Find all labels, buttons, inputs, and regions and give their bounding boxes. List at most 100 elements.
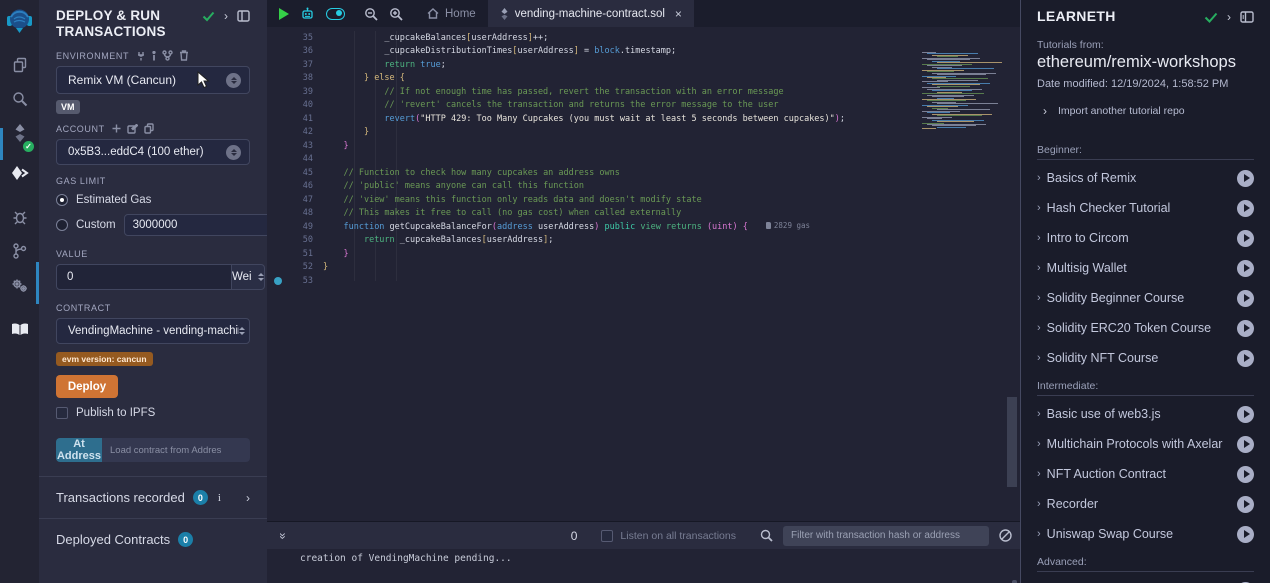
tutorial-item[interactable]: ›Solidity Beginner Course — [1037, 283, 1254, 313]
tutorial-item[interactable]: ›Recorder — [1037, 489, 1254, 519]
start-tutorial-play-button[interactable] — [1237, 230, 1254, 247]
value-input[interactable] — [56, 264, 231, 290]
status-check-icon — [202, 11, 215, 22]
solidity-compiler-icon[interactable]: ✓ — [0, 116, 39, 150]
tutorial-item[interactable]: ›All about Proxy Contracts — [1037, 575, 1254, 583]
tutorial-item[interactable]: ›Basic use of web3.js — [1037, 399, 1254, 429]
close-tab-icon[interactable]: × — [675, 7, 682, 21]
breakpoint-dot[interactable] — [274, 277, 282, 285]
ai-toggle[interactable] — [326, 8, 345, 20]
vm-badge: VM — [56, 100, 80, 114]
git-icon[interactable] — [0, 234, 39, 268]
line-number: 53 — [289, 276, 313, 286]
learneth-icon[interactable] — [0, 312, 39, 346]
deployed-contracts-row[interactable]: Deployed Contracts 0 — [56, 519, 250, 560]
remix-logo[interactable] — [0, 0, 39, 40]
collapse-panel-icon[interactable]: › — [224, 10, 228, 22]
contract-select[interactable]: VendingMachine - vending-machin — [56, 318, 250, 344]
code-line: 40 // 'revert' cancels the transaction a… — [267, 99, 1020, 113]
tutorial-item[interactable]: ›Hash Checker Tutorial — [1037, 193, 1254, 223]
pin-panel-icon[interactable] — [1240, 11, 1254, 23]
zoom-in-icon[interactable] — [389, 7, 403, 21]
start-tutorial-play-button[interactable] — [1237, 260, 1254, 277]
code-line: 49 function getCupcakeBalanceFor(address… — [267, 220, 1020, 234]
transactions-recorded-row[interactable]: Transactions recorded 0 i › — [56, 477, 250, 518]
tutorial-item-label: Recorder — [1047, 497, 1237, 511]
chevron-right-icon: › — [1037, 468, 1041, 480]
terminal-search-icon[interactable] — [760, 529, 773, 542]
terminal-collapse-icon[interactable]: » — [276, 530, 290, 542]
fork-environment-icon[interactable] — [162, 50, 173, 61]
deploy-button[interactable]: Deploy — [56, 375, 118, 398]
line-number: 52 — [289, 262, 313, 272]
tutorial-item[interactable]: ›Solidity NFT Course — [1037, 343, 1254, 373]
settings-icon[interactable] — [0, 268, 39, 302]
info-icon[interactable] — [152, 51, 156, 61]
tutorial-item[interactable]: ›Basics of Remix — [1037, 163, 1254, 193]
code-area[interactable]: 35 _cupcakeBalances[userAddress]++;36 _c… — [267, 27, 1020, 521]
icon-rail: ✓ — [0, 0, 39, 583]
edit-account-icon[interactable] — [127, 124, 138, 134]
tutorial-item[interactable]: ›Multichain Protocols with Axelar — [1037, 429, 1254, 459]
tutorial-item-label: Hash Checker Tutorial — [1047, 201, 1237, 215]
start-tutorial-play-button[interactable] — [1237, 526, 1254, 543]
custom-gas-radio[interactable] — [56, 219, 68, 231]
start-tutorial-play-button[interactable] — [1237, 320, 1254, 337]
value-unit-select[interactable]: Wei — [231, 264, 265, 290]
zoom-out-icon[interactable] — [364, 7, 378, 21]
clear-terminal-icon[interactable] — [999, 529, 1012, 542]
start-tutorial-play-button[interactable] — [1237, 406, 1254, 423]
search-icon[interactable] — [0, 82, 39, 116]
environment-select[interactable]: Remix VM (Cancun) — [56, 66, 250, 94]
terminal-filter-input[interactable] — [783, 526, 989, 546]
import-tutorial-repo[interactable]: › Import another tutorial repo — [1037, 105, 1254, 117]
ai-assistant-icon[interactable] — [300, 7, 315, 21]
tutorials-from-label: Tutorials from: — [1037, 39, 1254, 51]
collapse-panel-icon[interactable]: › — [1227, 11, 1231, 23]
at-address-button[interactable]: At Address — [56, 438, 102, 462]
transactions-expand-icon[interactable]: › — [246, 492, 250, 504]
start-tutorial-play-button[interactable] — [1237, 436, 1254, 453]
account-label: ACCOUNT — [56, 124, 105, 134]
deploy-and-run-icon[interactable] — [0, 156, 39, 190]
chevron-right-icon: › — [1043, 105, 1047, 117]
start-tutorial-play-button[interactable] — [1237, 290, 1254, 307]
run-script-icon[interactable] — [279, 8, 289, 20]
start-tutorial-play-button[interactable] — [1237, 466, 1254, 483]
delete-environment-icon[interactable] — [179, 50, 189, 61]
pin-panel-icon[interactable] — [237, 10, 250, 22]
line-number: 42 — [289, 127, 313, 137]
account-select[interactable]: 0x5B3...eddC4 (100 ether) — [56, 139, 250, 165]
start-tutorial-play-button[interactable] — [1237, 496, 1254, 513]
file-explorer-icon[interactable] — [0, 48, 39, 82]
compile-success-badge: ✓ — [23, 141, 34, 152]
start-tutorial-play-button[interactable] — [1237, 350, 1254, 367]
minimap[interactable] — [922, 52, 1007, 132]
add-account-icon[interactable] — [112, 124, 121, 133]
line-number: 43 — [289, 141, 313, 151]
estimated-gas-radio[interactable] — [56, 194, 68, 206]
contract-label: CONTRACT — [56, 303, 111, 313]
tutorial-item[interactable]: ›Multisig Wallet — [1037, 253, 1254, 283]
tutorial-sections: Beginner:›Basics of Remix›Hash Checker T… — [1037, 144, 1254, 583]
tutorial-item-label: Basics of Remix — [1047, 171, 1237, 185]
start-tutorial-play-button[interactable] — [1237, 200, 1254, 217]
plug-icon[interactable] — [136, 51, 146, 61]
code-line: 46 // 'public' means anyone can call thi… — [267, 180, 1020, 194]
start-tutorial-play-button[interactable] — [1237, 170, 1254, 187]
tab-home[interactable]: Home — [415, 0, 488, 27]
tutorial-item[interactable]: ›Uniswap Swap Course — [1037, 519, 1254, 549]
copy-account-icon[interactable] — [144, 123, 154, 134]
tutorial-item[interactable]: ›NFT Auction Contract — [1037, 459, 1254, 489]
tutorial-item[interactable]: ›Solidity ERC20 Token Course — [1037, 313, 1254, 343]
tutorial-item-label: Solidity Beginner Course — [1047, 291, 1237, 305]
debugger-icon[interactable] — [0, 200, 39, 234]
tab-vending-machine-contract[interactable]: vending-machine-contract.sol × — [488, 0, 694, 27]
editor-vertical-scrollbar[interactable] — [1007, 397, 1017, 487]
at-address-input[interactable] — [102, 438, 250, 462]
publish-ipfs-checkbox[interactable] — [56, 407, 68, 419]
transactions-info-icon[interactable]: i — [218, 492, 221, 504]
listen-all-checkbox[interactable] — [601, 530, 613, 542]
tutorial-item[interactable]: ›Intro to Circom — [1037, 223, 1254, 253]
editor-tabbar: Home vending-machine-contract.sol × — [267, 0, 1020, 27]
